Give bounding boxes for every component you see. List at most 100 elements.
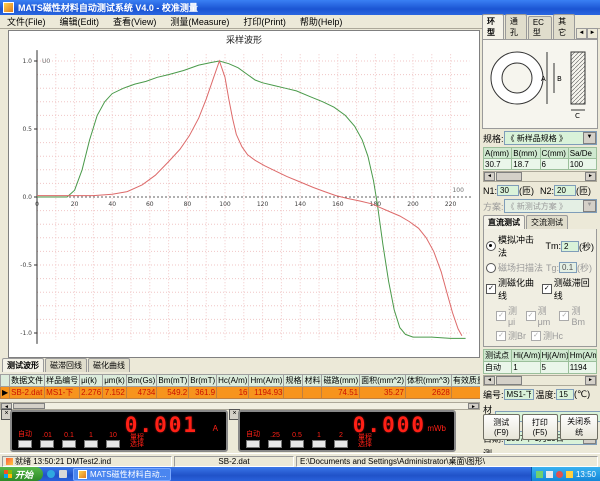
- range-button[interactable]: 0.5: [290, 432, 304, 448]
- result-table-container: 数据文件样品编号μi(k)μm(k)Bm(Gs)Bm(mT)Br(mT)Hc(A…: [0, 374, 480, 401]
- menu-item-3[interactable]: 查看(View): [106, 15, 163, 28]
- table-cell: 5: [540, 362, 568, 374]
- tab-result-1[interactable]: 测试波形: [2, 358, 44, 372]
- range-button[interactable]: 0.1: [62, 432, 76, 448]
- menu-item-5[interactable]: 打印(Print): [236, 15, 293, 28]
- column-header: Sa/De: [568, 148, 596, 159]
- start-button[interactable]: 开始: [0, 467, 43, 481]
- tab-test-mode-1[interactable]: 直流测试: [483, 215, 525, 229]
- range-indicator: [268, 440, 282, 448]
- menu-item-6[interactable]: 帮助(Help): [293, 15, 350, 28]
- quick-launch-icon-2[interactable]: [59, 470, 67, 478]
- column-header: Hm(A/m): [568, 350, 596, 362]
- core-shape-tabs: 环型通孔EC型其它◄►: [482, 26, 598, 39]
- pulse-method-radio[interactable]: [486, 241, 496, 251]
- table-cell: 4734: [126, 387, 157, 399]
- row-selector-cell: ▶: [1, 387, 10, 399]
- tab-scroll-right-icon[interactable]: ►: [587, 28, 598, 39]
- column-header: Br(mT): [189, 375, 217, 387]
- range-button[interactable]: .25: [268, 432, 282, 448]
- table-cell: 100: [568, 159, 596, 170]
- table-cell: 6: [540, 159, 568, 170]
- temp-label: 温度:: [536, 388, 557, 401]
- n1-input[interactable]: [497, 185, 519, 196]
- range-button[interactable]: 1: [312, 432, 326, 448]
- svg-text:60: 60: [146, 201, 154, 208]
- sub-option-checkbox: ✓: [531, 331, 541, 341]
- n1-unit: (匝): [519, 184, 534, 197]
- tab-core-shape-4[interactable]: 其它: [553, 14, 575, 39]
- range-indicator: [18, 440, 32, 448]
- tab-result-3[interactable]: 磁化曲线: [88, 358, 130, 372]
- sub-option-label: 测μm: [538, 304, 555, 327]
- dimension-table-scrollbar[interactable]: ◄ ►: [483, 171, 597, 182]
- quick-launch-icon-1[interactable]: [47, 470, 55, 478]
- range-button[interactable]: 2: [334, 432, 348, 448]
- magnetization-curve-checkbox[interactable]: ✓: [486, 284, 496, 294]
- tab-test-mode-2[interactable]: 交流测试: [526, 215, 568, 229]
- sub-option-checkbox: ✓: [559, 311, 569, 321]
- close-system-button[interactable]: 关闭系统: [560, 414, 598, 440]
- scroll-left-icon: ◄: [484, 172, 495, 181]
- range-button[interactable]: 自动: [246, 429, 260, 448]
- table-row-selected[interactable]: ▶SB-2.datMS1-下2.2767.1524734549.2361.916…: [1, 387, 481, 399]
- tab-scroll-left-icon[interactable]: ◄: [576, 28, 587, 39]
- status-path-cell: E:\Documents and Settings\Administrator\…: [296, 456, 598, 467]
- sub-option-checkbox: ✓: [526, 311, 536, 321]
- result-table: 数据文件样品编号μi(k)μm(k)Bm(Gs)Bm(mT)Br(mT)Hc(A…: [0, 374, 480, 399]
- dim-label-width: C: [575, 112, 580, 120]
- sub-option-label: 测Hc: [543, 329, 563, 342]
- n2-input[interactable]: [554, 185, 576, 196]
- tm-input[interactable]: [561, 241, 579, 252]
- n1-label: N1:: [483, 186, 497, 196]
- tab-core-shape-1[interactable]: 环型: [482, 14, 504, 39]
- range-button[interactable]: .01: [40, 432, 54, 448]
- point-table-scrollbar[interactable]: ◄ ►: [483, 375, 597, 386]
- test-button[interactable]: 测试(F9): [483, 414, 520, 440]
- menu-item-4[interactable]: 测量(Measure): [163, 15, 236, 28]
- scroll-right-icon: ►: [585, 172, 596, 181]
- range-indicator: [84, 440, 98, 448]
- range-button[interactable]: 1: [84, 432, 98, 448]
- svg-text:160: 160: [332, 201, 344, 208]
- tray-icon-1[interactable]: [536, 471, 543, 478]
- flux-meter: 0.000mWb自动.250.512量程选择: [238, 410, 456, 452]
- taskbar: 开始 MATS磁性材料自动... 13:50: [0, 467, 600, 481]
- menu-item-2[interactable]: 编辑(Edit): [53, 15, 107, 28]
- range-button[interactable]: 自动: [18, 429, 32, 448]
- spec-label: 规格:: [483, 132, 504, 145]
- range-label: 自动: [18, 429, 32, 439]
- current-meter: 0.001A自动.010.1110量程选择: [10, 410, 228, 452]
- temp-input[interactable]: [556, 389, 574, 400]
- app-icon: [78, 470, 87, 479]
- tg-label: Tg:: [546, 263, 559, 273]
- tray-icon-4[interactable]: [566, 471, 573, 478]
- range-label: 10: [106, 432, 120, 439]
- result-table-scrollbar[interactable]: ◄ ►: [0, 402, 480, 410]
- tray-icon-2[interactable]: [546, 471, 553, 478]
- column-header: 测试点: [484, 350, 512, 362]
- table-row[interactable]: 30.718.76100: [484, 159, 597, 170]
- sub-option-checkbox: ✓: [496, 331, 506, 341]
- tab-result-2[interactable]: 磁滞回线: [45, 358, 87, 372]
- taskbar-app-button[interactable]: MATS磁性材料自动...: [73, 468, 171, 481]
- table-row[interactable]: 自动151194: [484, 362, 597, 374]
- tab-core-shape-2[interactable]: 通孔: [505, 14, 527, 39]
- sweep-method-radio: [486, 263, 496, 273]
- tray-icon-3[interactable]: [556, 471, 563, 478]
- range-button[interactable]: 10: [106, 432, 120, 448]
- print-button[interactable]: 打印(F5): [522, 414, 559, 440]
- hysteresis-loop-label: 测磁滞回线: [554, 276, 594, 302]
- tm-unit: (秒): [579, 240, 594, 253]
- hysteresis-loop-checkbox[interactable]: ✓: [542, 284, 552, 294]
- chevron-down-icon[interactable]: ▼: [583, 132, 596, 144]
- tm-label: Tm:: [546, 241, 562, 251]
- tab-core-shape-3[interactable]: EC型: [528, 16, 552, 39]
- spec-dropdown[interactable]: 《 新样品规格 》 ▼: [504, 131, 597, 145]
- menu-item-1[interactable]: 文件(File): [0, 15, 53, 28]
- column-header: 有效质量(g): [451, 375, 480, 387]
- status-path: E:\Documents and Settings\Administrator\…: [300, 456, 485, 467]
- sample-id-input[interactable]: [504, 389, 534, 400]
- range-label: 自动: [246, 429, 260, 439]
- table-cell: 30.7: [484, 159, 512, 170]
